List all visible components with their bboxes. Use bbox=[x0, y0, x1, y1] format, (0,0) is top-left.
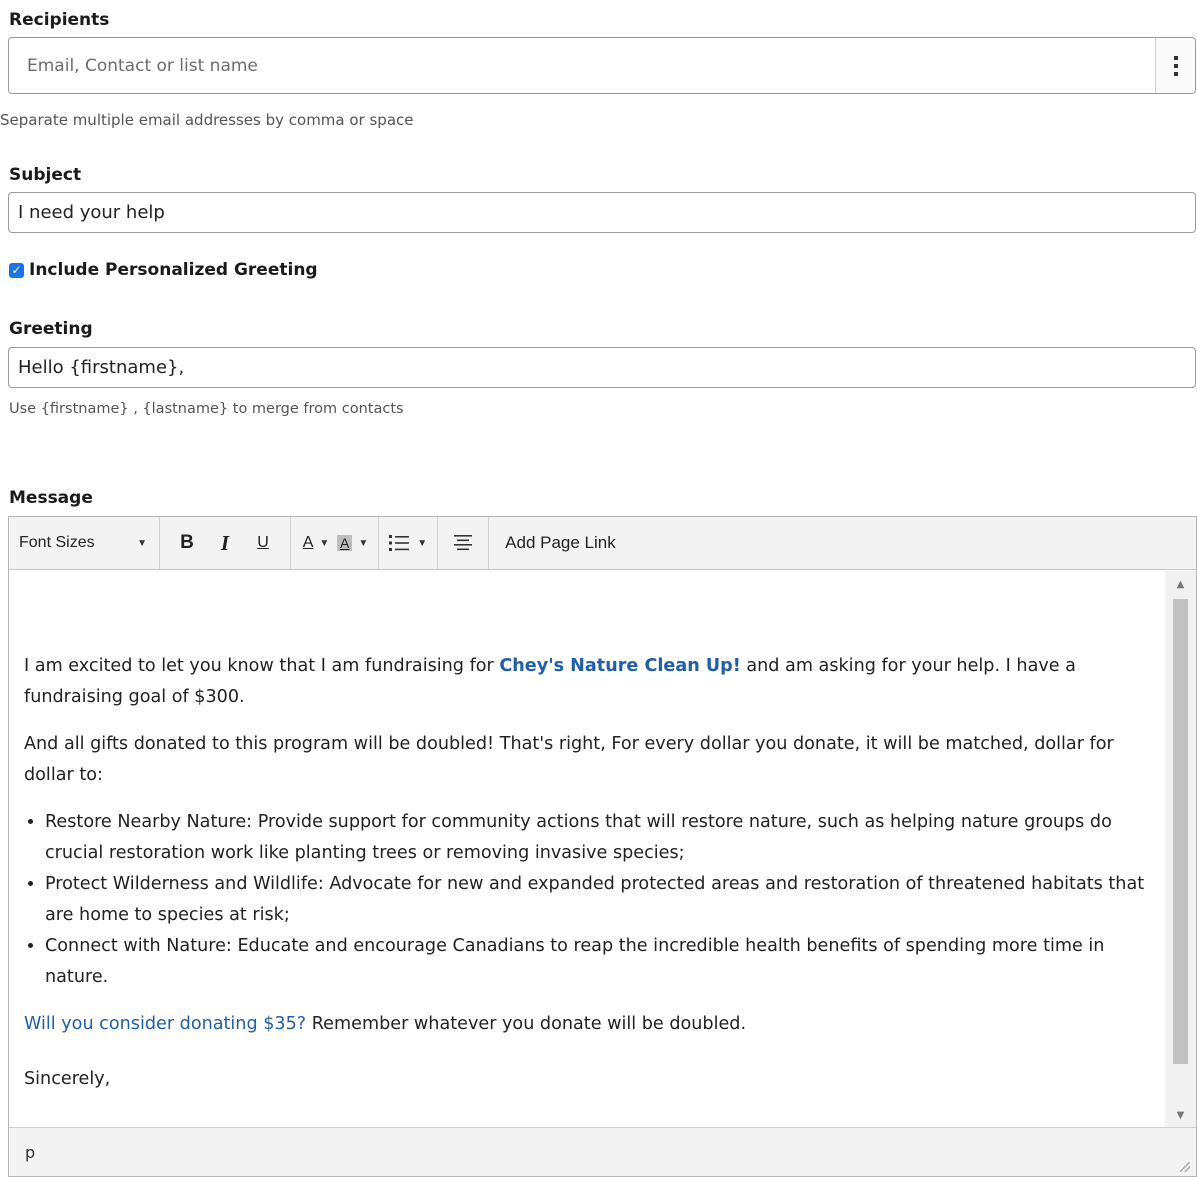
background-color-button[interactable]: A ▼ bbox=[337, 526, 368, 560]
font-color-button[interactable]: A ▼ bbox=[301, 526, 331, 560]
subject-value: I need your help bbox=[18, 202, 165, 223]
editor-scrollbar[interactable]: ▲ ▼ bbox=[1165, 571, 1196, 1129]
greeting-help: Use {firstname} , {lastname} to merge fr… bbox=[9, 401, 404, 417]
editor-toolbar: Font Sizes ▼ B I U A ▼ A ▼ ▼ Add Page Li… bbox=[9, 517, 1196, 570]
list-item: Restore Nearby Nature: Provide support f… bbox=[45, 807, 1151, 869]
subject-input[interactable]: I need your help bbox=[8, 192, 1196, 233]
recipients-placeholder: Email, Contact or list name bbox=[27, 55, 258, 76]
scrollbar-thumb[interactable] bbox=[1173, 599, 1188, 1064]
chevron-down-icon: ▼ bbox=[137, 537, 147, 549]
align-center-button[interactable] bbox=[448, 526, 478, 560]
list-item: Connect with Nature: Educate and encoura… bbox=[45, 931, 1151, 993]
chevron-down-icon: ▼ bbox=[358, 537, 369, 549]
donation-link[interactable]: Will you consider donating $35? bbox=[24, 1014, 306, 1034]
message-editor: Font Sizes ▼ B I U A ▼ A ▼ ▼ Add Page Li… bbox=[8, 516, 1197, 1177]
bold-button[interactable]: B bbox=[172, 526, 202, 560]
personalized-greeting-option[interactable]: ✓ Include Personalized Greeting bbox=[9, 260, 318, 280]
chevron-down-icon: ▼ bbox=[319, 537, 330, 549]
more-options-icon[interactable] bbox=[1155, 38, 1195, 93]
list-button[interactable]: ▼ bbox=[389, 526, 427, 560]
message-label: Message bbox=[9, 488, 93, 508]
scroll-up-icon[interactable]: ▲ bbox=[1165, 579, 1196, 590]
italic-button[interactable]: I bbox=[210, 526, 240, 560]
recipients-help: Separate multiple email addresses by com… bbox=[0, 111, 414, 129]
editor-statusbar: p bbox=[9, 1127, 1196, 1176]
list-icon bbox=[389, 535, 410, 551]
greeting-value: Hello {firstname}, bbox=[18, 357, 185, 378]
program-name: Chey's Nature Clean Up! bbox=[499, 656, 741, 676]
paragraph-text: Remember whatever you donate will be dou… bbox=[306, 1014, 747, 1034]
message-paragraph: And all gifts donated to this program wi… bbox=[24, 734, 1114, 785]
benefits-list: Restore Nearby Nature: Provide support f… bbox=[24, 807, 1151, 993]
resize-grip-icon[interactable] bbox=[1180, 1162, 1190, 1172]
message-paragraph: Will you consider donating $35? Remember… bbox=[24, 1009, 1151, 1040]
list-item: Protect Wilderness and Wildlife: Advocat… bbox=[45, 869, 1151, 931]
greeting-label: Greeting bbox=[9, 319, 93, 339]
personalized-greeting-label: Include Personalized Greeting bbox=[29, 260, 318, 280]
align-center-icon bbox=[454, 535, 473, 551]
font-color-icon: A bbox=[302, 534, 314, 551]
scroll-down-icon[interactable]: ▼ bbox=[1165, 1110, 1196, 1121]
recipients-input[interactable]: Email, Contact or list name bbox=[8, 37, 1196, 94]
recipients-label: Recipients bbox=[9, 10, 110, 30]
subject-label: Subject bbox=[9, 165, 82, 185]
background-color-icon: A bbox=[337, 535, 353, 551]
message-paragraph: I am excited to let you know that I am f… bbox=[24, 651, 1151, 713]
font-sizes-dropdown[interactable]: Font Sizes ▼ bbox=[11, 526, 151, 560]
personalized-greeting-checkbox[interactable]: ✓ bbox=[9, 262, 24, 278]
add-page-link-button[interactable]: Add Page Link bbox=[497, 526, 616, 560]
chevron-down-icon: ▼ bbox=[417, 537, 428, 549]
message-body[interactable]: I am excited to let you know that I am f… bbox=[9, 571, 1165, 1129]
message-paragraph: Sincerely, bbox=[24, 1069, 111, 1089]
greeting-input[interactable]: Hello {firstname}, bbox=[8, 347, 1196, 388]
underline-button[interactable]: U bbox=[248, 526, 278, 560]
font-sizes-label: Font Sizes bbox=[19, 534, 95, 551]
element-path[interactable]: p bbox=[25, 1143, 35, 1162]
paragraph-text: I am excited to let you know that I am f… bbox=[24, 656, 500, 676]
